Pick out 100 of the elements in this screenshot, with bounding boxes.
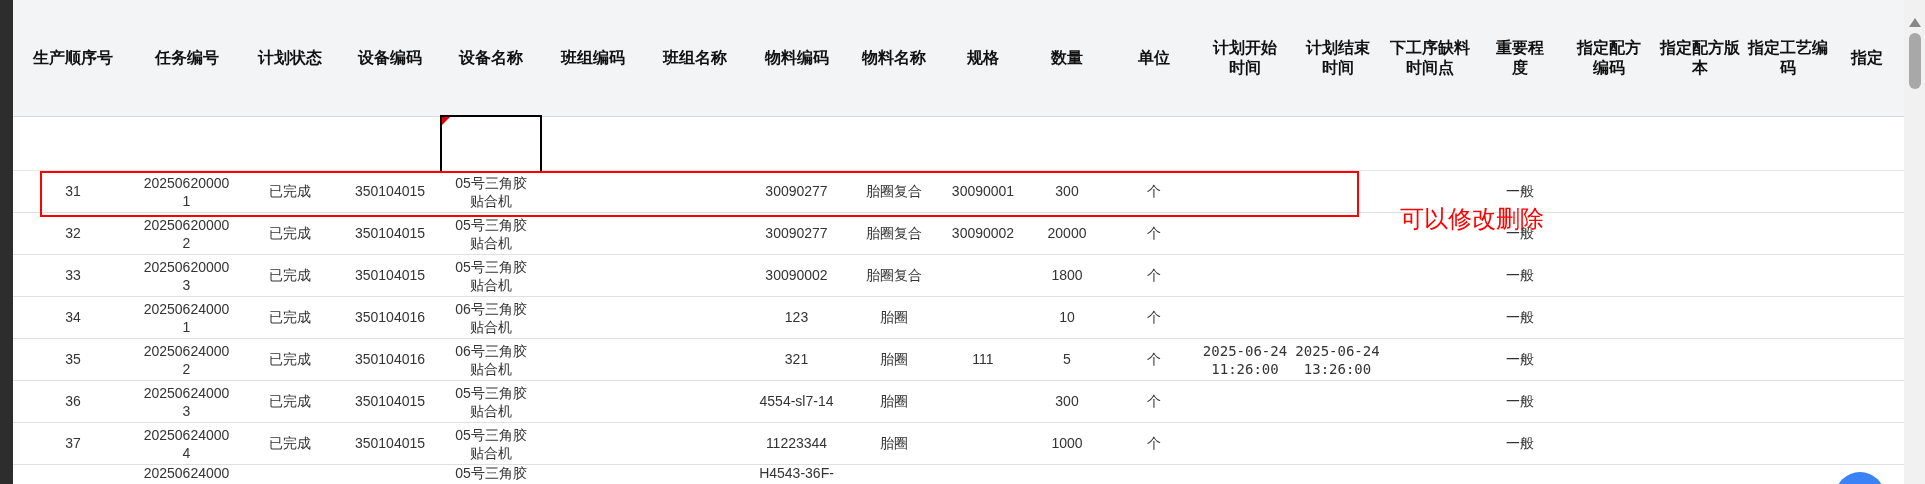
table-cell-text: 胎圈复合	[866, 182, 922, 201]
table-cell-text: 2025-06-24 13:26:00	[1294, 341, 1381, 378]
column-header: 物料名称	[862, 48, 926, 68]
table-cell-text: 36	[65, 392, 81, 411]
table-cell-text: 33	[65, 266, 81, 285]
table-cell-text: 30090002	[765, 266, 828, 285]
table-cell-text: 一般	[1505, 350, 1534, 369]
table-cell-text: 202506240003	[142, 383, 231, 420]
column-header: 重要程度	[1494, 38, 1545, 78]
error-corner-icon	[442, 117, 450, 125]
table-cell-text: 已完成	[269, 182, 311, 201]
column-header: 指定	[1851, 48, 1883, 68]
table-cell-text: 胎圈	[880, 350, 908, 369]
column-header: 数量	[1051, 48, 1083, 68]
table-cell-text: 300	[1055, 182, 1079, 201]
table-cell-text: 已完成	[269, 308, 311, 327]
table-cell: 05号三角胶贴合机	[454, 215, 528, 252]
table-cell: 06号三角胶贴合机	[454, 299, 528, 336]
table-cell-text: 350104016	[354, 308, 426, 327]
table-cell-text: 300	[1055, 392, 1079, 411]
table-cell-text: 已完成	[269, 224, 311, 243]
table-cell-text: 30090002	[951, 224, 1015, 243]
scrollbar[interactable]	[1904, 0, 1925, 484]
table-cell: 05号三角胶贴合机	[454, 257, 528, 294]
filter-input-field[interactable]	[440, 115, 542, 173]
column-header: 指定工艺编码	[1747, 38, 1829, 78]
table-cell-text: 35	[65, 350, 81, 369]
table-cell-text: 10	[1059, 308, 1075, 327]
table-cell: H4543-36F-	[759, 465, 834, 481]
table-cell-text: 胎圈复合	[866, 266, 922, 285]
column-header: 单位	[1138, 48, 1170, 68]
table-cell-text: 已完成	[269, 350, 311, 369]
table-cell-text: 11223344	[765, 434, 828, 453]
table-cell-text: 个	[1147, 224, 1161, 243]
table-cell-text: 一般	[1505, 308, 1534, 327]
column-header: 班组编码	[561, 48, 625, 68]
table-cell-text: 202506200003	[142, 257, 231, 294]
table-cell-text: 1000	[1051, 434, 1083, 453]
table-cell-text: 一般	[1505, 266, 1534, 285]
scroll-up-icon[interactable]	[1908, 18, 1921, 27]
table-cell-text: 30090001	[951, 182, 1015, 201]
table-cell-text: 123	[784, 308, 809, 327]
column-header: 指定配方编码	[1575, 38, 1642, 78]
column-header: 计划结束时间	[1304, 38, 1371, 78]
column-header: 班组名称	[663, 48, 727, 68]
table-cell-text: 个	[1147, 392, 1161, 411]
table-cell-text: 已完成	[269, 392, 311, 411]
table-cell-text: 4554-sl7-14	[759, 392, 834, 411]
table-cell-text: 个	[1147, 308, 1161, 327]
table-cell-text: 350104015	[354, 266, 426, 285]
table-cell: 05号三角胶贴合机	[454, 383, 528, 420]
column-header: 计划开始时间	[1212, 38, 1278, 78]
table-cell-text: 个	[1147, 434, 1161, 453]
table-cell-text: 30090277	[765, 182, 828, 201]
table-cell-text: 个	[1147, 266, 1161, 285]
column-header: 生产顺序号	[33, 48, 113, 68]
table-cell-text: 34	[65, 308, 81, 327]
column-header: 计划状态	[258, 48, 322, 68]
table-cell-text: 一般	[1505, 392, 1534, 411]
table-cell-text: 350104016	[354, 350, 426, 369]
table-cell-text: 一般	[1505, 182, 1534, 201]
table-cell: 05号三角胶	[454, 465, 528, 481]
table-cell-text: 350104015	[354, 392, 426, 411]
column-header: 指定配方版本	[1659, 38, 1741, 78]
table-cell-text: 已完成	[269, 434, 311, 453]
table-cell-text: 20000	[1047, 224, 1087, 243]
table-cell-text: 111	[972, 350, 994, 369]
table-cell-text: 2025-06-24 11:26:00	[1201, 341, 1289, 378]
table-cell-text: 350104015	[354, 224, 426, 243]
column-header: 设备编码	[358, 48, 422, 68]
table-cell-text: 32	[65, 224, 81, 243]
table-cell-text: 胎圈复合	[866, 224, 922, 243]
table-cell-text: 个	[1147, 350, 1161, 369]
column-header: 设备名称	[459, 48, 523, 68]
table-cell-text: 202506240001	[142, 299, 231, 336]
table-cell-text: 胎圈	[880, 308, 908, 327]
table-cell: 06号三角胶贴合机	[454, 341, 528, 378]
table-cell-text: 202506240002	[142, 341, 231, 378]
table-cell-text: 已完成	[269, 266, 311, 285]
table-cell-text: 350104015	[354, 182, 426, 201]
table-cell-text: 个	[1147, 182, 1161, 201]
column-header: 下工序缺料时间点	[1389, 38, 1471, 78]
table-cell-text: 30090277	[765, 224, 828, 243]
table-cell-text: 20250624000	[142, 465, 231, 481]
table-cell-text: 202506240004	[142, 425, 231, 462]
table-cell-text: 202506200001	[142, 173, 231, 210]
table-cell-text: 202506200002	[142, 215, 231, 252]
column-header: 规格	[967, 48, 999, 68]
column-header: 物料编码	[764, 48, 829, 68]
scrollbar-thumb[interactable]	[1908, 33, 1921, 89]
table-cell-text: 37	[65, 434, 81, 453]
table-cell-text: 5	[1063, 350, 1071, 369]
table-cell-text: 胎圈	[880, 392, 908, 411]
table-cell-text: 胎圈	[880, 434, 908, 453]
table-cell: 05号三角胶贴合机	[454, 173, 528, 210]
table-cell-text: 31	[65, 182, 81, 201]
table-cell-text: 1800	[1051, 266, 1083, 285]
table-cell-text: 350104015	[354, 434, 426, 453]
table-cell-text: 一般	[1505, 434, 1534, 453]
table-cell-text: 321	[784, 350, 809, 369]
